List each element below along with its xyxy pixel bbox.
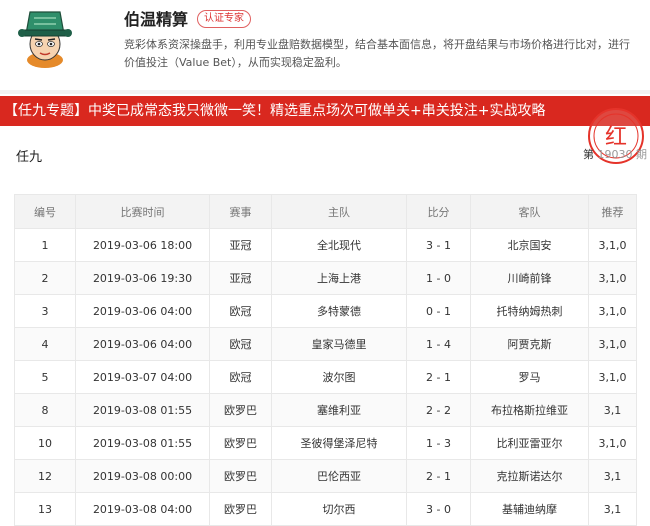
cell-competition: 欧罗巴 — [209, 459, 272, 493]
match-table: 编号 比赛时间 赛事 主队 比分 客队 推荐 1 2019-03-06 18:00… — [14, 194, 637, 526]
header-home-team: 主队 — [271, 194, 407, 229]
cell-competition: 亚冠 — [209, 228, 272, 262]
cell-home-team[interactable]: 巴伦西亚 — [271, 459, 407, 493]
cell-competition: 欧冠 — [209, 327, 272, 361]
issue-number: 第 19030 期 — [583, 146, 647, 162]
cell-number: 10 — [14, 426, 76, 460]
cell-match-time: 2019-03-08 01:55 — [75, 393, 210, 427]
cell-score: 3 - 0 — [406, 492, 471, 526]
table-row[interactable]: 2 2019-03-06 19:30 亚冠 上海上港 1 - 0 川崎前锋 3,1,0 — [14, 261, 637, 295]
cell-number: 13 — [14, 492, 76, 526]
issue-prefix: 第 — [583, 148, 594, 161]
cell-home-team[interactable]: 皇家马德里 — [271, 327, 407, 361]
cell-score: 2 - 1 — [406, 459, 471, 493]
cell-match-time: 2019-03-07 04:00 — [75, 360, 210, 394]
cell-score: 1 - 0 — [406, 261, 471, 295]
cell-home-team[interactable]: 圣彼得堡泽尼特 — [271, 426, 407, 460]
cell-home-team[interactable]: 切尔西 — [271, 492, 407, 526]
issue-suffix: 期 — [636, 148, 647, 161]
cell-away-team[interactable]: 北京国安 — [470, 228, 589, 262]
issue-number-value: 19030 — [597, 148, 633, 161]
cell-away-team[interactable]: 克拉斯诺达尔 — [470, 459, 589, 493]
cell-number: 1 — [14, 228, 76, 262]
author-name[interactable]: 伯温精算 — [124, 6, 188, 30]
cell-number: 5 — [14, 360, 76, 394]
cell-competition: 欧罗巴 — [209, 393, 272, 427]
author-bio: 竞彩体系资深操盘手，利用专业盘赔数据模型，结合基本面信息，将开盘结果与市场价格进… — [124, 38, 630, 69]
cell-away-team[interactable]: 阿贾克斯 — [470, 327, 589, 361]
cell-number: 3 — [14, 294, 76, 328]
table-row[interactable]: 1 2019-03-06 18:00 亚冠 全北现代 3 - 1 北京国安 3,1,0 — [14, 228, 637, 262]
cell-recommendation: 3,1,0 — [588, 360, 637, 394]
cell-match-time: 2019-03-06 18:00 — [75, 228, 210, 262]
table-row[interactable]: 4 2019-03-06 04:00 欧冠 皇家马德里 1 - 4 阿贾克斯 3,1,0 — [14, 327, 637, 361]
cell-recommendation: 3,1,0 — [588, 228, 637, 262]
cell-number: 2 — [14, 261, 76, 295]
table-row[interactable]: 3 2019-03-06 04:00 欧冠 多特蒙德 0 - 1 托特纳姆热刺 3,1,0 — [14, 294, 637, 328]
cartoon-official-avatar-icon[interactable] — [14, 6, 76, 70]
cell-away-team[interactable]: 布拉格斯拉维亚 — [470, 393, 589, 427]
cell-competition: 欧罗巴 — [209, 492, 272, 526]
header-match-time: 比赛时间 — [75, 194, 210, 229]
cell-score: 2 - 1 — [406, 360, 471, 394]
header-recommendation: 推荐 — [588, 194, 637, 229]
cell-match-time: 2019-03-06 04:00 — [75, 294, 210, 328]
cell-match-time: 2019-03-06 04:00 — [75, 327, 210, 361]
cell-recommendation: 3,1,0 — [588, 327, 637, 361]
cell-score: 2 - 2 — [406, 393, 471, 427]
cell-home-team[interactable]: 上海上港 — [271, 261, 407, 295]
table-header-row: 编号 比赛时间 赛事 主队 比分 客队 推荐 — [14, 194, 637, 229]
expert-profile: 伯温精算 认证专家 竞彩体系资深操盘手，利用专业盘赔数据模型，结合基本面信息，将… — [0, 0, 650, 88]
table-row[interactable]: 5 2019-03-07 04:00 欧冠 波尔图 2 - 1 罗马 3,1,0 — [14, 360, 637, 394]
section-title: 任九 — [16, 150, 43, 165]
cell-away-team[interactable]: 比利亚雷亚尔 — [470, 426, 589, 460]
cell-score: 1 - 4 — [406, 327, 471, 361]
header-competition: 赛事 — [209, 194, 272, 229]
cell-recommendation: 3,1 — [588, 459, 637, 493]
cell-away-team[interactable]: 托特纳姆热刺 — [470, 294, 589, 328]
cell-away-team[interactable]: 罗马 — [470, 360, 589, 394]
cell-match-time: 2019-03-08 01:55 — [75, 426, 210, 460]
cell-number: 12 — [14, 459, 76, 493]
cell-number: 8 — [14, 393, 76, 427]
cell-match-time: 2019-03-08 00:00 — [75, 459, 210, 493]
header-score: 比分 — [406, 194, 471, 229]
cell-home-team[interactable]: 波尔图 — [271, 360, 407, 394]
section-divider — [0, 90, 650, 94]
cell-competition: 亚冠 — [209, 261, 272, 295]
cell-competition: 欧罗巴 — [209, 426, 272, 460]
table-row[interactable]: 12 2019-03-08 00:00 欧罗巴 巴伦西亚 2 - 1 克拉斯诺达尔 3,1 — [14, 459, 637, 493]
header-number: 编号 — [14, 194, 76, 229]
cell-away-team[interactable]: 基辅迪纳摩 — [470, 492, 589, 526]
cell-recommendation: 3,1 — [588, 492, 637, 526]
table-row[interactable]: 10 2019-03-08 01:55 欧罗巴 圣彼得堡泽尼特 1 - 3 比利亚雷亚尔 3… — [14, 426, 637, 460]
cell-score: 3 - 1 — [406, 228, 471, 262]
cell-match-time: 2019-03-06 19:30 — [75, 261, 210, 295]
cell-number: 4 — [14, 327, 76, 361]
cell-match-time: 2019-03-08 04:00 — [75, 492, 210, 526]
header-away-team: 客队 — [470, 194, 589, 229]
cell-competition: 欧冠 — [209, 360, 272, 394]
cell-away-team[interactable]: 川崎前锋 — [470, 261, 589, 295]
cell-competition: 欧冠 — [209, 294, 272, 328]
cell-score: 0 - 1 — [406, 294, 471, 328]
table-row[interactable]: 8 2019-03-08 01:55 欧罗巴 塞维利亚 2 - 2 布拉格斯拉维亚 3,1 — [14, 393, 637, 427]
cell-recommendation: 3,1,0 — [588, 261, 637, 295]
cell-recommendation: 3,1,0 — [588, 294, 637, 328]
cell-home-team[interactable]: 全北现代 — [271, 228, 407, 262]
certified-expert-badge: 认证专家 — [197, 10, 251, 28]
cell-home-team[interactable]: 塞维利亚 — [271, 393, 407, 427]
promo-banner[interactable]: 【任九专题】中奖已成常态我只微微一笑！精选重点场次可做单关+串关投注+实战攻略 — [0, 96, 650, 126]
cell-score: 1 - 3 — [406, 426, 471, 460]
table-row[interactable]: 13 2019-03-08 04:00 欧罗巴 切尔西 3 - 0 基辅迪纳摩 3,1 — [14, 492, 637, 526]
cell-recommendation: 3,1,0 — [588, 426, 637, 460]
cell-recommendation: 3,1 — [588, 393, 637, 427]
cell-home-team[interactable]: 多特蒙德 — [271, 294, 407, 328]
